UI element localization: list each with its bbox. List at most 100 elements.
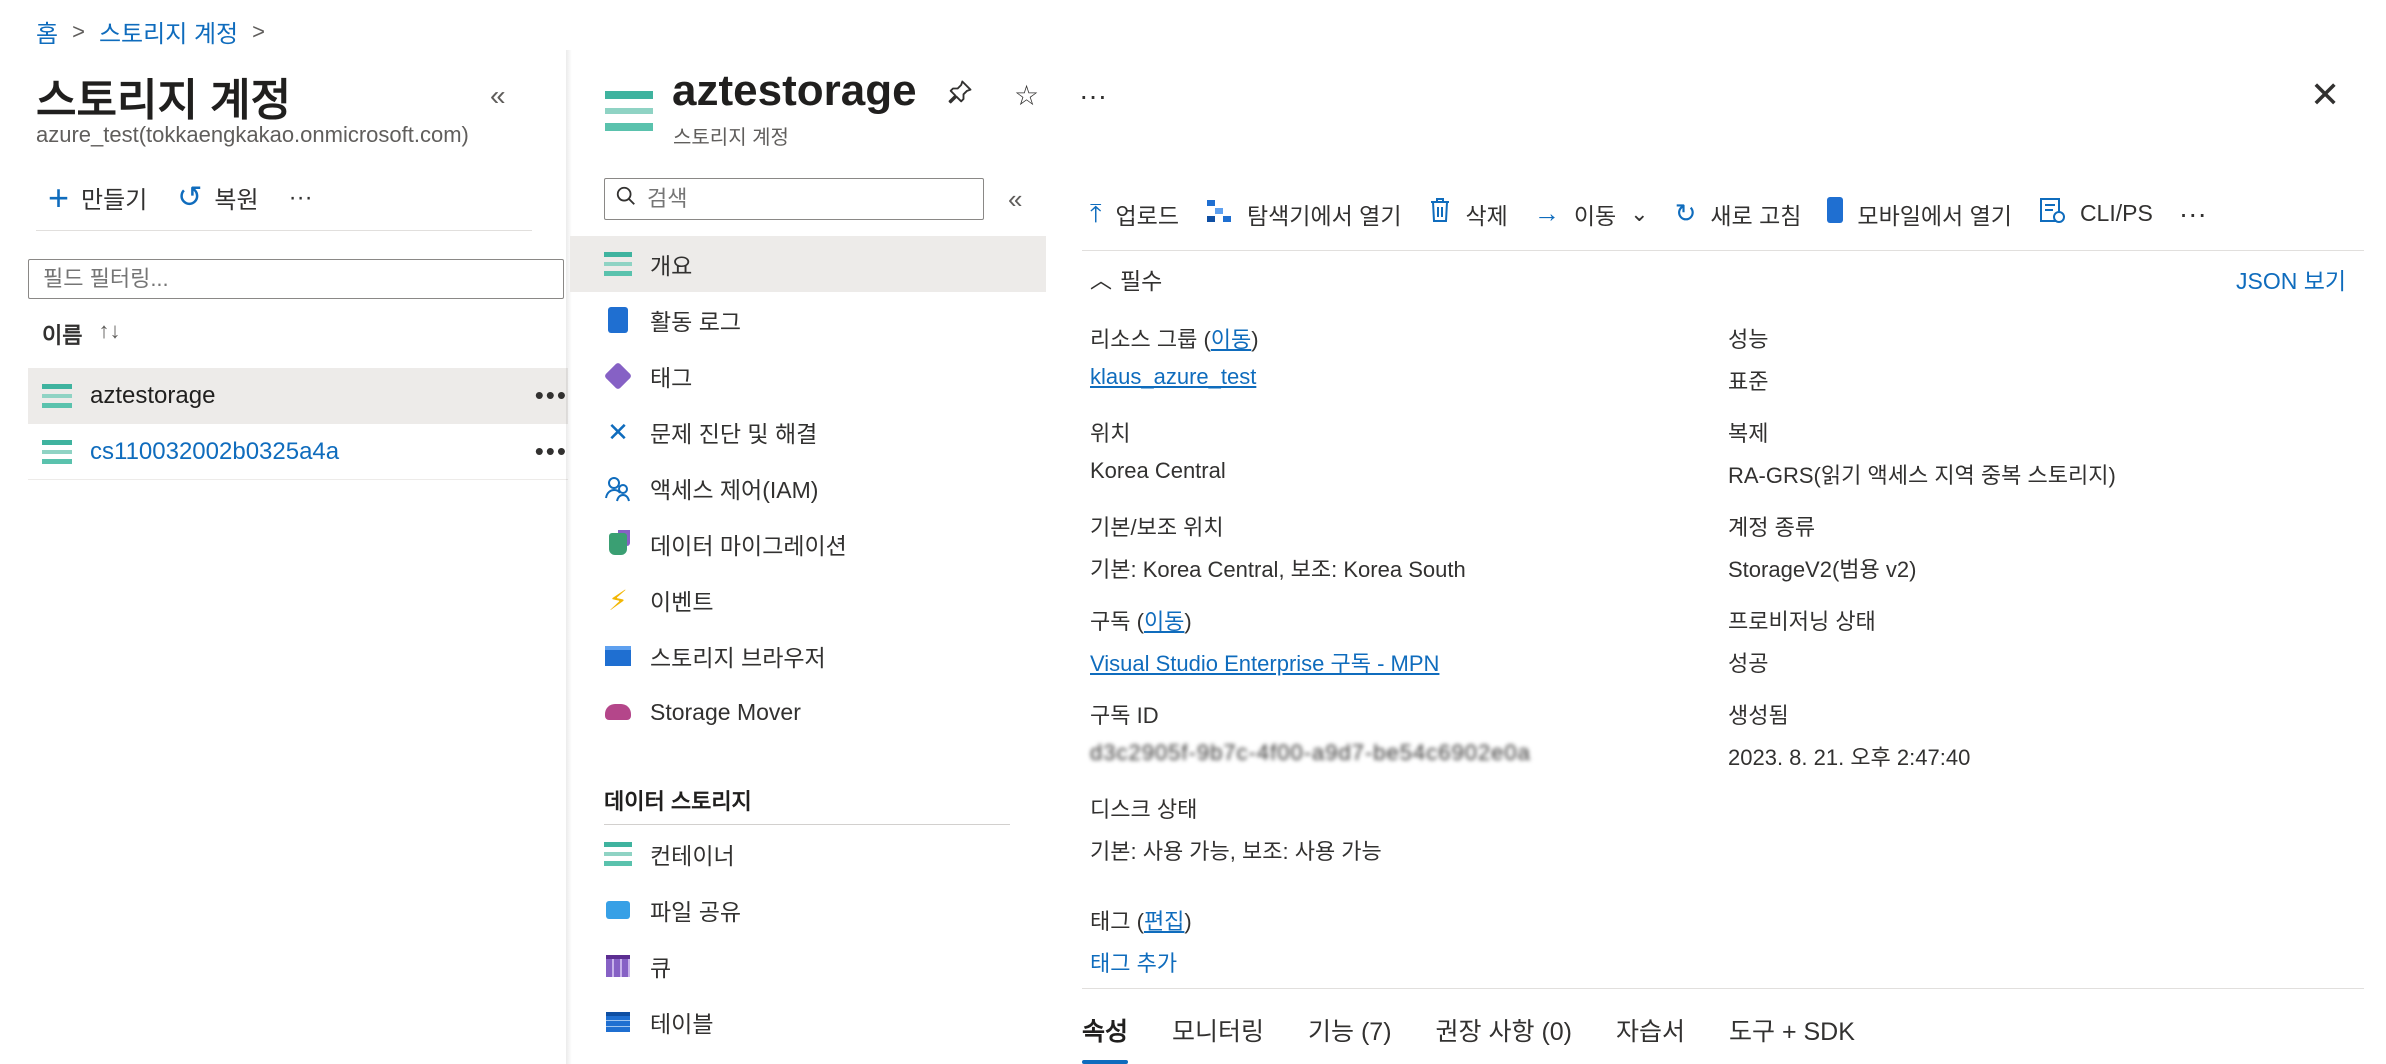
location-value: Korea Central xyxy=(1090,458,1226,483)
menu-item-iam[interactable]: 액세스 제어(IAM) xyxy=(570,460,1046,516)
resource-group-label: 리소스 그룹 (이동) xyxy=(1090,327,1259,352)
tenant-label: azure_test(tokkaengkakao.onmicrosoft.com… xyxy=(36,122,469,147)
column-header-name[interactable]: 이름 ↑↓ xyxy=(42,318,120,350)
upload-icon: ⤒ xyxy=(1090,197,1102,228)
divider xyxy=(1082,250,2364,251)
table-icon xyxy=(604,1008,632,1036)
menu-item-diagnose[interactable]: ✕ 문제 진단 및 해결 xyxy=(570,404,1046,460)
undo-icon: ↺ xyxy=(177,181,203,214)
open-on-mobile-button[interactable]: 모바일에서 열기 xyxy=(1827,197,2012,231)
menu-item-data-migration[interactable]: 데이터 마이그레이션 xyxy=(570,516,1046,572)
refresh-button[interactable]: ↻ 새로 고침 xyxy=(1675,197,1802,231)
collapse-menu-icon[interactable]: « xyxy=(1008,184,1022,215)
open-in-explorer-label: 탐색기에서 열기 xyxy=(1246,202,1402,229)
refresh-icon: ↻ xyxy=(1674,198,1697,228)
upload-button[interactable]: ⤒ 업로드 xyxy=(1090,197,1179,231)
subscription-id-value: d3c2905f-9b7c-4f00-a9d7-be54c6902e0a xyxy=(1090,740,1531,765)
essentials-toggle[interactable]: ︿ 필수 xyxy=(1090,262,1162,296)
tab-capabilities[interactable]: 기능 (7) xyxy=(1308,1012,1392,1056)
queue-icon xyxy=(604,952,632,980)
list-item[interactable]: cs110032002b0325a4a ••• xyxy=(28,424,568,480)
resource-group-value[interactable]: klaus_azure_test xyxy=(1090,364,1256,390)
menu-item-queues[interactable]: 큐 xyxy=(570,938,1046,994)
pin-icon[interactable] xyxy=(946,78,974,113)
account-kind-value: StorageV2(범용 v2) xyxy=(1728,557,1917,582)
provisioning-state-label: 프로비저닝 상태 xyxy=(1728,609,1876,634)
menu-item-label: 문제 진단 및 해결 xyxy=(650,421,818,447)
refresh-label: 새로 고침 xyxy=(1710,202,1802,229)
resource-group-label-text: 리소스 그룹 xyxy=(1090,327,1198,352)
subscription-move-link[interactable]: 이동 xyxy=(1144,609,1184,634)
activity-log-icon xyxy=(604,306,632,334)
divider xyxy=(36,230,532,231)
created-value: 2023. 8. 21. 오후 2:47:40 xyxy=(1728,745,1971,770)
more-button[interactable]: ··· xyxy=(289,184,313,212)
field-filter-input[interactable] xyxy=(28,259,564,299)
close-icon[interactable]: ✕ xyxy=(2310,74,2340,116)
mobile-icon xyxy=(1827,197,1844,230)
subscription-value[interactable]: Visual Studio Enterprise 구독 - MPN xyxy=(1090,646,1439,678)
more-commands-button[interactable]: ··· xyxy=(2179,198,2207,230)
menu-item-label: 컨테이너 xyxy=(650,843,735,869)
menu-item-tables[interactable]: 테이블 xyxy=(570,994,1046,1050)
json-view-link[interactable]: JSON 보기 xyxy=(2236,262,2346,296)
page-title: 스토리지 계정 xyxy=(36,76,292,125)
trash-icon xyxy=(1428,196,1452,231)
plus-icon: + xyxy=(48,176,70,218)
menu-item-activity-log[interactable]: 활동 로그 xyxy=(570,292,1046,348)
menu-item-storage-mover[interactable]: Storage Mover xyxy=(570,684,1046,740)
more-icon: ··· xyxy=(2178,197,2207,229)
list-item-name[interactable]: aztestorage xyxy=(90,382,215,410)
open-in-explorer-button[interactable]: 탐색기에서 열기 xyxy=(1205,196,1402,231)
tab-recommendations[interactable]: 권장 사항 (0) xyxy=(1436,1012,1572,1056)
menu-item-events[interactable]: ⚡ 이벤트 xyxy=(570,572,1046,628)
tab-monitoring[interactable]: 모니터링 xyxy=(1172,1012,1264,1056)
restore-button[interactable]: ↺ 복원 xyxy=(177,180,258,215)
star-icon[interactable]: ☆ xyxy=(1014,79,1039,112)
breadcrumb-home-link[interactable]: 홈 xyxy=(36,14,58,49)
menu-item-label: 활동 로그 xyxy=(650,309,742,335)
resource-group-move-link[interactable]: 이동 xyxy=(1211,327,1251,352)
chevron-up-icon: ︿ xyxy=(1090,268,1113,293)
menu-item-overview[interactable]: 개요 xyxy=(570,236,1046,292)
storage-account-icon xyxy=(42,383,72,408)
cli-ps-button[interactable]: CLI/PS xyxy=(2038,196,2153,231)
header-actions: ☆ ··· xyxy=(946,78,1107,113)
more-icon[interactable]: ··· xyxy=(1079,80,1107,112)
add-tag-link[interactable]: 태그 추가 xyxy=(1090,946,1177,978)
tags-edit-link[interactable]: 편집 xyxy=(1144,909,1184,934)
row-more-icon[interactable]: ••• xyxy=(535,380,568,411)
move-button[interactable]: → 이동 ⌄ xyxy=(1534,197,1649,231)
menu-item-tags[interactable]: 태그 xyxy=(570,348,1046,404)
create-button[interactable]: + 만들기 xyxy=(48,176,147,218)
menu-item-label: 큐 xyxy=(650,955,672,981)
cloud-icon xyxy=(604,698,632,726)
menu-item-storage-browser[interactable]: 스토리지 브라우저 xyxy=(570,628,1046,684)
replication-label: 복제 xyxy=(1728,421,1769,446)
upload-label: 업로드 xyxy=(1115,202,1179,229)
delete-button[interactable]: 삭제 xyxy=(1428,196,1508,231)
tab-tutorials[interactable]: 자습서 xyxy=(1616,1012,1685,1056)
subscription-label: 구독 (이동) xyxy=(1090,609,1192,634)
list-item-name[interactable]: cs110032002b0325a4a xyxy=(90,438,339,466)
menu-search-input[interactable] xyxy=(645,185,969,213)
container-icon xyxy=(604,840,632,868)
people-icon xyxy=(604,474,632,502)
delete-label: 삭제 xyxy=(1465,202,1508,229)
menu-item-file-shares[interactable]: 파일 공유 xyxy=(570,882,1046,938)
tab-tools-sdk[interactable]: 도구 + SDK xyxy=(1729,1012,1855,1056)
performance-value: 표준 xyxy=(1728,369,1769,394)
menu-item-containers[interactable]: 컨테이너 xyxy=(570,826,1046,882)
replication-value: RA-GRS(읽기 액세스 지역 중복 스토리지) xyxy=(1728,463,2116,488)
restore-label: 복원 xyxy=(214,187,259,214)
breadcrumb-storage-accounts-link[interactable]: 스토리지 계정 xyxy=(99,14,238,49)
row-more-icon[interactable]: ••• xyxy=(535,436,568,467)
chevron-right-icon: > xyxy=(252,18,265,44)
collapse-left-pane-icon[interactable]: « xyxy=(490,80,506,112)
tab-properties[interactable]: 속성 xyxy=(1082,1012,1129,1064)
disk-state-value: 기본: 사용 가능, 보조: 사용 가능 xyxy=(1090,839,1382,864)
move-label: 이동 xyxy=(1573,202,1617,229)
left-toolbar: + 만들기 ↺ 복원 ··· xyxy=(48,176,313,218)
menu-search-box[interactable] xyxy=(604,178,984,220)
list-item[interactable]: aztestorage ••• xyxy=(28,368,568,424)
